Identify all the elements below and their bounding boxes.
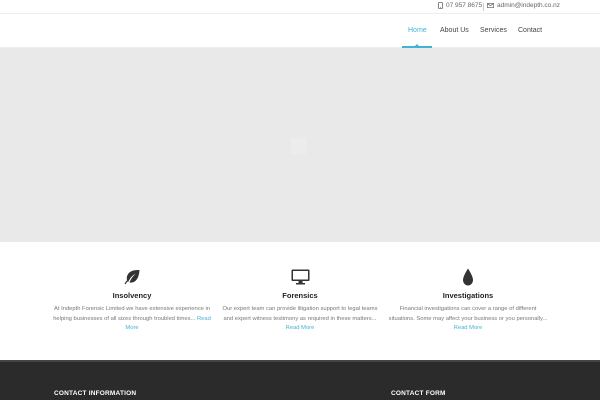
feature-title: Forensics	[282, 291, 318, 300]
nav-home[interactable]: Home	[408, 27, 427, 34]
topbar-divider	[483, 3, 484, 11]
drop-icon	[463, 268, 473, 286]
phone-contact[interactable]: 07 957 8675	[438, 2, 482, 9]
contact-form-heading: CONTACT FORM	[391, 390, 446, 397]
email-address: admin@indepth.co.nz	[497, 2, 560, 9]
nav-about-us[interactable]: About Us	[440, 27, 469, 34]
feature-description: Our expert team can provide litigation s…	[222, 306, 378, 331]
feature-description: Financial investigations can cover a ran…	[388, 306, 548, 331]
site-header: Home About Us Services Contact	[0, 14, 600, 48]
feature-title: Investigations	[442, 291, 494, 300]
read-more-link[interactable]: Read More	[454, 325, 483, 331]
nav-contact[interactable]: Contact	[518, 27, 542, 34]
read-more-link[interactable]: Read More	[286, 325, 315, 331]
monitor-icon	[291, 269, 309, 285]
leaf-icon	[123, 269, 139, 285]
phone-number: 07 957 8675	[446, 2, 483, 9]
mobile-phone-icon	[438, 2, 443, 9]
email-contact[interactable]: admin@indepth.co.nz	[487, 2, 560, 9]
top-bar: 07 957 8675 admin@indepth.co.nz	[0, 0, 600, 14]
slider-loading-icon	[291, 138, 307, 154]
feature-insolvency: Insolvency At Indepth Forensic Limited w…	[47, 268, 217, 334]
hero-slider	[0, 48, 600, 242]
envelope-icon	[487, 3, 494, 8]
contact-information-heading: CONTACT INFORMATION	[54, 390, 137, 397]
feature-description: At Indepth Forensic Limited we have exte…	[53, 306, 211, 331]
site-footer: CONTACT INFORMATION CONTACT FORM	[0, 360, 600, 400]
nav-services[interactable]: Services	[480, 27, 507, 34]
feature-title: Insolvency	[112, 291, 152, 300]
feature-investigations: Investigations Financial investigations …	[383, 268, 553, 334]
feature-forensics: Forensics Our expert team can provide li…	[215, 268, 385, 334]
